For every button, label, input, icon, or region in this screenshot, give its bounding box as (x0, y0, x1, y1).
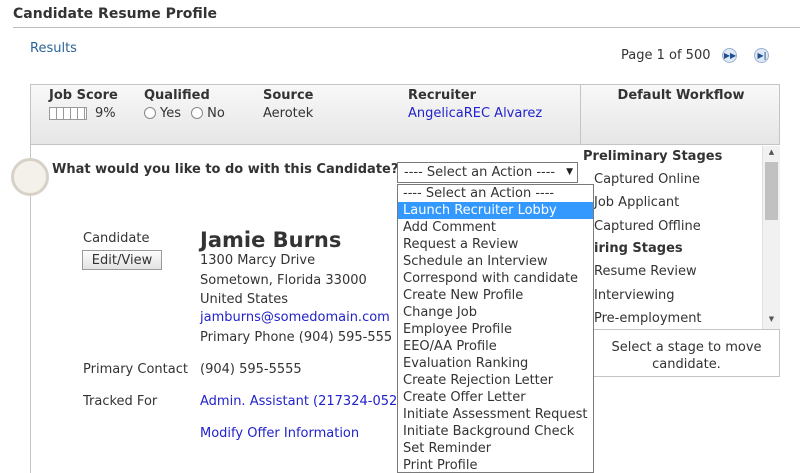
primary-phone: Primary Phone (904) 595-555 (200, 330, 393, 345)
dropdown-option[interactable]: Create Offer Letter (398, 389, 593, 406)
scroll-up-icon[interactable]: ▲ (763, 148, 780, 160)
action-select-value: ---- Select an Action ---- (404, 165, 556, 180)
dropdown-option[interactable]: Add Comment (398, 219, 593, 236)
dropdown-option[interactable]: Evaluation Ranking (398, 355, 593, 372)
score-bar-icon (49, 107, 87, 120)
last-page-icon[interactable]: ▶| (754, 48, 770, 63)
qualified-no-label: No (207, 106, 225, 121)
qualified-yes-label: Yes (160, 106, 181, 121)
address-country: United States (200, 292, 289, 307)
dropdown-option[interactable]: Create Rejection Letter (398, 372, 593, 389)
qualified-label: Qualified (144, 88, 210, 103)
dropdown-option[interactable]: Correspond with candidate (398, 270, 593, 287)
scroll-down-icon[interactable]: ▼ (763, 315, 780, 327)
candidate-name: Jamie Burns (200, 228, 342, 252)
workflow-divider (580, 85, 581, 144)
dropdown-option[interactable]: Schedule an Interview (398, 253, 593, 270)
workflow-stage-item[interactable]: Captured Offline (594, 219, 701, 234)
primary-contact-label: Primary Contact (83, 362, 188, 377)
title-divider (13, 27, 800, 28)
workflow-stage-item[interactable]: Captured Online (594, 172, 700, 187)
pager: Page 1 of 500 ▶▶ ▶| (621, 48, 770, 63)
source-value: Aerotek (263, 106, 314, 121)
job-score-value: 9% (95, 106, 116, 121)
workflow-title: Default Workflow (617, 88, 745, 103)
source-column: Source Aerotek (263, 88, 313, 121)
dropdown-option[interactable]: Print Profile (398, 457, 593, 472)
workflow-stage-item[interactable]: Job Applicant (594, 195, 679, 210)
modify-offer-link[interactable]: Modify Offer Information (200, 426, 359, 441)
dropdown-option[interactable]: Launch Recruiter Lobby (398, 202, 593, 219)
page-title: Candidate Resume Profile (13, 6, 218, 22)
candidate-email-link[interactable]: jamburns@somedomain.com (200, 310, 390, 325)
scroll-thumb[interactable] (765, 162, 778, 220)
action-dropdown-list: ---- Select an Action ---- Launch Recrui… (397, 184, 594, 473)
edit-view-button[interactable]: Edit/View (82, 250, 162, 270)
recruiter-column: Recruiter AngelicaREC Alvarez (408, 88, 542, 121)
workflow-stage-item[interactable]: Interviewing (594, 288, 675, 303)
candidate-label: Candidate (83, 231, 150, 246)
recruiter-label: Recruiter (408, 88, 477, 103)
dropdown-option[interactable]: Set Reminder (398, 440, 593, 457)
workflow-stage-list: Preliminary Stages Captured Online Job A… (580, 146, 780, 329)
preliminary-stages-heading: Preliminary Stages (583, 149, 723, 164)
address-line-2: Sometown, Florida 33000 (200, 273, 367, 288)
tracked-for-link[interactable]: Admin. Assistant (217324-052 (200, 394, 397, 409)
tracked-for-label: Tracked For (83, 394, 158, 409)
action-select[interactable]: ---- Select an Action ---- ▼ (397, 162, 578, 183)
results-link[interactable]: Results (30, 41, 77, 56)
recruiter-link[interactable]: AngelicaREC Alvarez (408, 106, 542, 121)
candidate-summary: Job Score 9% Qualified Yes No Source Aer… (30, 84, 780, 145)
decorative-circle-icon (11, 158, 49, 196)
address-line-1: 1300 Marcy Drive (200, 253, 316, 268)
dropdown-option[interactable]: Initiate Background Check (398, 423, 593, 440)
primary-contact-value: (904) 595-5555 (200, 362, 302, 377)
chevron-down-icon: ▼ (566, 167, 573, 177)
qualified-column: Qualified Yes No (144, 88, 225, 121)
action-question: What would you like to do with this Cand… (52, 162, 399, 177)
source-label: Source (263, 88, 314, 103)
hiring-stages-heading: iring Stages (594, 241, 683, 256)
dropdown-option[interactable]: Create New Profile (398, 287, 593, 304)
workflow-hint: Select a stage to move candidate. (594, 329, 780, 377)
workflow-scrollbar[interactable]: ▲ ▼ (762, 146, 780, 329)
qualified-yes-radio[interactable] (144, 107, 156, 119)
dropdown-option[interactable]: EEO/AA Profile (398, 338, 593, 355)
job-score-column: Job Score 9% (49, 88, 118, 121)
dropdown-option[interactable]: ---- Select an Action ---- (398, 185, 593, 202)
dropdown-option[interactable]: Change Job (398, 304, 593, 321)
dropdown-option[interactable]: Initiate Assessment Request (398, 406, 593, 423)
job-score-label: Job Score (49, 88, 118, 103)
dropdown-option[interactable]: Request a Review (398, 236, 593, 253)
next-page-icon[interactable]: ▶▶ (722, 48, 738, 63)
qualified-no-radio[interactable] (191, 107, 204, 119)
page-indicator: Page 1 of 500 (621, 48, 711, 63)
dropdown-option[interactable]: Employee Profile (398, 321, 593, 338)
workflow-stage-item[interactable]: Pre-employment (594, 311, 702, 326)
workflow-stage-item[interactable]: Resume Review (594, 264, 697, 279)
